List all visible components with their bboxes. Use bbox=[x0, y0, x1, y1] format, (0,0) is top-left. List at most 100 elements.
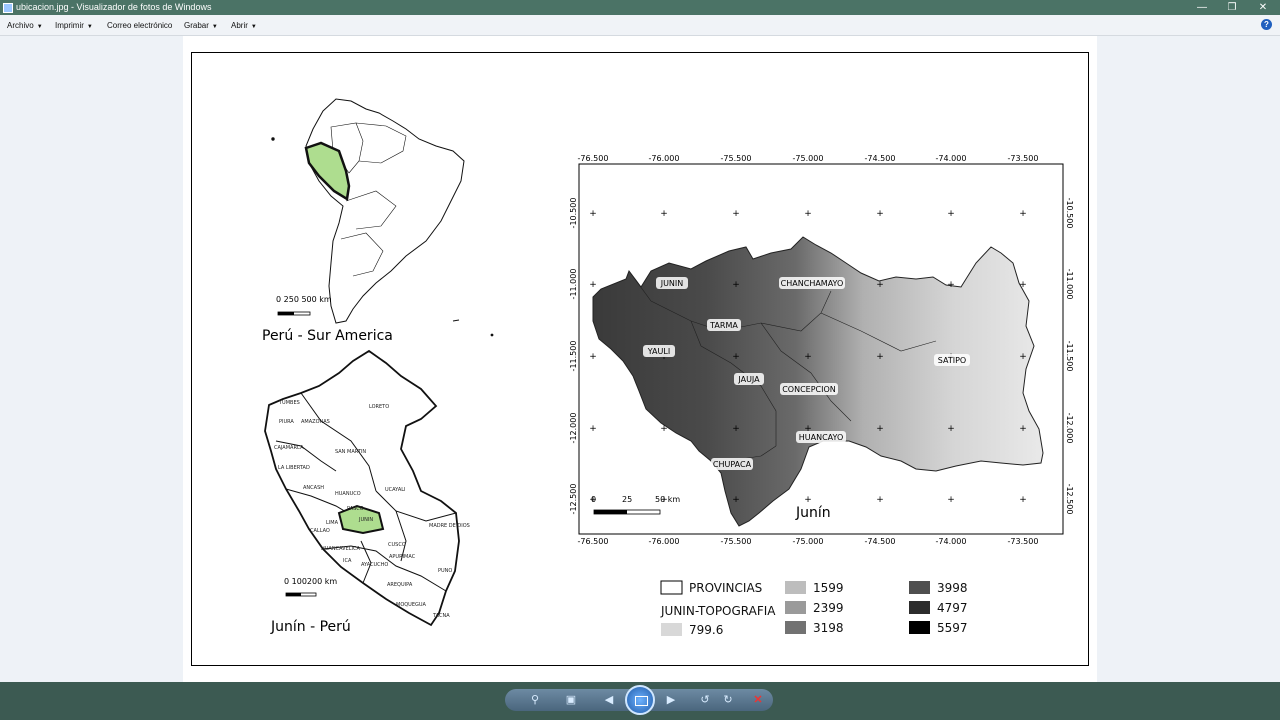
svg-text:CHANCHAMAYO: CHANCHAMAYO bbox=[781, 279, 844, 288]
svg-text:CONCEPCION: CONCEPCION bbox=[782, 385, 836, 394]
sa-map-title: Perú - Sur America bbox=[262, 328, 393, 344]
grid-cross: + bbox=[660, 424, 668, 434]
y-tick-label: -12.000 bbox=[569, 413, 578, 444]
x-axis-bottom: -76.500 -76.000 -75.500 -75.000 -74.500 … bbox=[578, 537, 1039, 546]
y-tick-label: -10.500 bbox=[1065, 198, 1074, 229]
region-label: CAJAMARCA bbox=[274, 445, 304, 451]
legend-swatch bbox=[785, 581, 806, 594]
grid-cross: + bbox=[876, 495, 884, 505]
menu-archivo[interactable]: Archivo ▼ bbox=[7, 21, 43, 30]
minimize-button[interactable]: — bbox=[1187, 0, 1217, 15]
grid-cross: + bbox=[589, 209, 597, 219]
x-tick-label: -76.000 bbox=[649, 154, 680, 163]
region-label: TUMBES bbox=[278, 400, 300, 406]
region-label: HUANCAVELICA bbox=[321, 546, 361, 552]
region-label: AMAZONAS bbox=[301, 419, 330, 425]
y-tick-label: -11.500 bbox=[1065, 341, 1074, 372]
svg-text:SATIPO: SATIPO bbox=[938, 356, 966, 365]
x-tick-label: -73.500 bbox=[1008, 154, 1039, 163]
province-label: SATIPO bbox=[934, 354, 970, 366]
grid-cross: + bbox=[804, 209, 812, 219]
region-label: SAN MARTIN bbox=[335, 449, 366, 455]
x-axis-top: -76.500 -76.000 -75.500 -75.000 -74.500 … bbox=[578, 154, 1039, 163]
legend-swatch bbox=[661, 623, 682, 636]
window-title: ubicacion.jpg - Visualizador de fotos de… bbox=[16, 2, 212, 12]
photo-viewer-icon bbox=[3, 3, 13, 13]
actual-size-icon[interactable]: ▣ bbox=[562, 692, 580, 708]
zoom-icon[interactable]: ⚲ bbox=[526, 692, 544, 708]
slideshow-icon bbox=[635, 696, 648, 706]
close-window-button[interactable]: ✕ bbox=[1248, 0, 1278, 15]
province-label: YAULI bbox=[643, 345, 675, 357]
y-axis-right: -10.500 -11.000 -11.500 -12.000 -12.500 bbox=[1065, 198, 1074, 515]
province-label: HUANCAYO bbox=[796, 431, 846, 443]
previous-icon[interactable]: ◀ bbox=[600, 692, 618, 708]
x-tick-label: -76.500 bbox=[578, 537, 609, 546]
region-label: PIURA bbox=[279, 419, 294, 425]
y-tick-label: -12.000 bbox=[1065, 413, 1074, 444]
x-tick-label: -74.000 bbox=[936, 154, 967, 163]
scale-label: 25 bbox=[622, 495, 632, 504]
grid-cross: + bbox=[876, 352, 884, 362]
region-label: PASCO bbox=[347, 506, 364, 512]
region-label: HUANUCO bbox=[335, 491, 361, 497]
peru-map-title: Junín - Perú bbox=[270, 619, 351, 635]
x-tick-label: -75.000 bbox=[793, 154, 824, 163]
region-label: LORETO bbox=[369, 404, 389, 410]
grid-cross: + bbox=[732, 424, 740, 434]
sa-scale-text: 0 250 500 km bbox=[276, 295, 332, 304]
map-layout-frame: 0 250 500 km Perú - Sur America TUMBES P… bbox=[191, 52, 1089, 666]
region-label: AYACUCHO bbox=[361, 562, 388, 568]
grid-cross: + bbox=[947, 424, 955, 434]
grid-cross: + bbox=[947, 495, 955, 505]
region-label: UCAYALI bbox=[385, 487, 406, 493]
scale-label: 0 bbox=[591, 495, 596, 504]
grid-cross: + bbox=[1019, 280, 1027, 290]
grid-cross: + bbox=[876, 209, 884, 219]
grid-cross: + bbox=[947, 209, 955, 219]
grid-cross: + bbox=[1019, 424, 1027, 434]
legend-value: 3198 bbox=[813, 621, 844, 635]
region-label: CALLAO bbox=[310, 528, 330, 534]
bottom-toolbar: ⚲ ▣ ◀ ▶ ↺ ↻ ✕ bbox=[0, 682, 1280, 720]
menu-grabar[interactable]: Grabar ▼ bbox=[184, 21, 218, 30]
grid-cross: + bbox=[589, 424, 597, 434]
slideshow-button[interactable] bbox=[625, 685, 655, 715]
grid-cross: + bbox=[732, 209, 740, 219]
menu-bar: Archivo ▼ Imprimir ▼ Correo electrónico Gr… bbox=[0, 15, 1280, 36]
delete-icon[interactable]: ✕ bbox=[749, 692, 767, 708]
x-tick-label: -76.500 bbox=[578, 154, 609, 163]
rotate-right-icon[interactable]: ↻ bbox=[719, 692, 737, 708]
province-label: JAUJA bbox=[734, 373, 764, 385]
svg-text:YAULI: YAULI bbox=[647, 347, 670, 356]
menu-abrir[interactable]: Abrir ▼ bbox=[231, 21, 257, 30]
province-label: JUNIN bbox=[656, 277, 688, 289]
legend-provinces-swatch bbox=[660, 580, 683, 595]
next-icon[interactable]: ▶ bbox=[662, 692, 680, 708]
region-label: AREQUIPA bbox=[387, 582, 413, 588]
grid-cross: + bbox=[589, 352, 597, 362]
grid-cross: + bbox=[732, 495, 740, 505]
x-tick-label: -75.500 bbox=[721, 154, 752, 163]
menu-correo[interactable]: Correo electrónico bbox=[107, 21, 172, 30]
rotate-left-icon[interactable]: ↺ bbox=[696, 692, 714, 708]
legend-value: 3998 bbox=[937, 581, 968, 595]
legend: PROVINCIAS JUNIN-TOPOGRAFIA 799.6 1599 239… bbox=[660, 580, 968, 637]
grid-cross: + bbox=[1019, 495, 1027, 505]
grid-cross: + bbox=[589, 280, 597, 290]
legend-value: 1599 bbox=[813, 581, 844, 595]
y-tick-label: -10.500 bbox=[569, 198, 578, 229]
legend-swatch bbox=[909, 601, 930, 614]
legend-swatch bbox=[785, 601, 806, 614]
grid-cross: + bbox=[660, 209, 668, 219]
legend-swatch bbox=[909, 581, 930, 594]
x-tick-label: -75.500 bbox=[721, 537, 752, 546]
maximize-button[interactable]: ❐ bbox=[1217, 0, 1247, 15]
svg-text:HUANCAYO: HUANCAYO bbox=[799, 433, 844, 442]
x-tick-label: -74.500 bbox=[865, 537, 896, 546]
help-icon[interactable]: ? bbox=[1261, 19, 1272, 30]
menu-imprimir[interactable]: Imprimir ▼ bbox=[55, 21, 93, 30]
junin-map-title: Junín bbox=[795, 505, 831, 521]
region-label: APURIMAC bbox=[389, 554, 416, 560]
y-tick-label: -11.000 bbox=[1065, 269, 1074, 300]
